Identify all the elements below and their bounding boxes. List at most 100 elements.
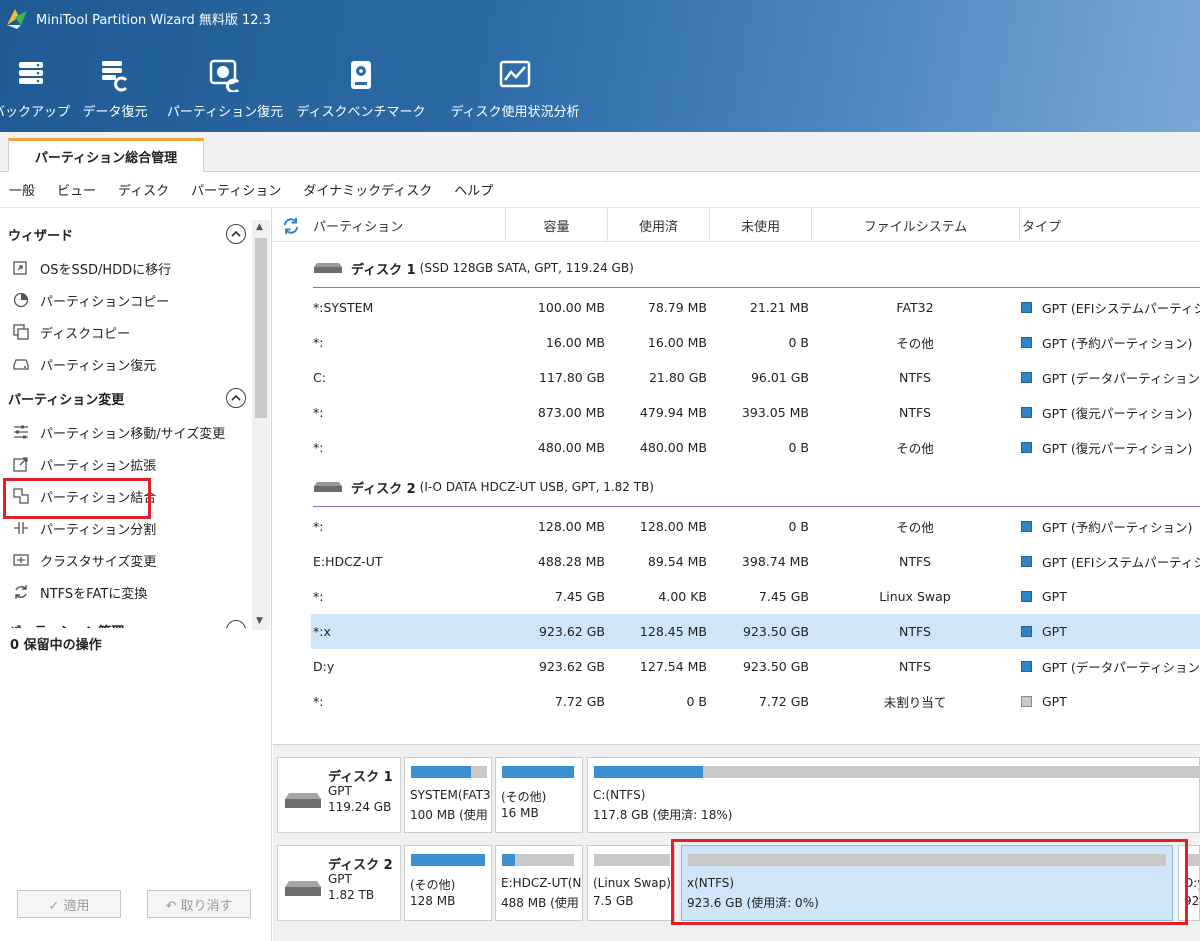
diskmap-partition[interactable]: SYSTEM(FAT3 100 MB (使用 bbox=[404, 757, 492, 833]
table-row[interactable]: *:SYSTEM 100.00 MB 78.79 MB 21.21 MB FAT… bbox=[311, 290, 1200, 325]
tab-row: パーティション総合管理 bbox=[0, 132, 1200, 172]
partition-type-icon bbox=[1021, 337, 1032, 348]
menu-view[interactable]: ビュー bbox=[57, 180, 96, 199]
menu-disk[interactable]: ディスク bbox=[118, 180, 169, 199]
table-row[interactable]: *: 873.00 MB 479.94 MB 393.05 MB NTFS GP… bbox=[311, 395, 1200, 430]
disk-benchmark-button[interactable]: ディスクベンチマーク bbox=[282, 52, 440, 124]
diskmap-disk1-label[interactable]: ディスク 1 GPT 119.24 GB bbox=[277, 757, 401, 833]
migrate-os-icon bbox=[13, 261, 27, 275]
menu-general[interactable]: 一般 bbox=[9, 180, 35, 199]
diskmap-disk2-label[interactable]: ディスク 2 GPT 1.82 TB bbox=[277, 845, 401, 921]
scroll-up-icon[interactable]: ▲ bbox=[256, 222, 263, 232]
change-move-resize[interactable]: パーティション移動/サイズ変更 bbox=[12, 420, 225, 444]
change-merge-partition[interactable]: パーティション結合 bbox=[12, 484, 156, 508]
tab-partition-management[interactable]: パーティション総合管理 bbox=[8, 138, 204, 172]
disk-benchmark-icon bbox=[351, 61, 371, 89]
scroll-down-icon[interactable]: ▼ bbox=[256, 616, 263, 626]
app-logo-icon bbox=[7, 9, 27, 29]
diskmap-partition[interactable]: (その他) 128 MB bbox=[404, 845, 492, 921]
menu-partition[interactable]: パーティション bbox=[191, 180, 281, 199]
table-row[interactable]: E:HDCZ-UT 488.28 MB 89.54 MB 398.74 MB N… bbox=[311, 544, 1200, 579]
partition-table: パーティション 容量 使用済 未使用 ファイルシステム タイプ ディスク 1 (… bbox=[273, 208, 1200, 744]
merge-icon bbox=[13, 488, 29, 504]
undo-button[interactable]: ↶ 取り消す bbox=[147, 890, 251, 918]
table-row[interactable]: *: 16.00 MB 16.00 MB 0 B その他 GPT (予約パーティ… bbox=[311, 325, 1200, 360]
disk-copy-icon bbox=[13, 324, 29, 340]
title-bar: MiniTool Partition Wizard 無料版 12.3 bbox=[0, 0, 1200, 36]
refresh-icon[interactable] bbox=[281, 216, 301, 236]
table-row[interactable]: *: 7.72 GB 0 B 7.72 GB 未割り当て GPT bbox=[311, 684, 1200, 719]
data-recovery-button[interactable]: データ復元 bbox=[62, 52, 168, 124]
split-icon bbox=[14, 522, 28, 534]
extend-icon bbox=[13, 457, 28, 472]
col-type[interactable]: タイプ bbox=[1019, 208, 1200, 242]
change-ntfs-to-fat[interactable]: NTFSをFATに変換 bbox=[12, 580, 147, 604]
partition-type-icon bbox=[1021, 521, 1032, 532]
disk2-header[interactable]: ディスク 2 (I-O DATA HDCZ-UT USB, GPT, 1.82 … bbox=[313, 470, 654, 504]
mgmt-section-title: パーティション管理 bbox=[8, 618, 124, 629]
col-capacity[interactable]: 容量 bbox=[505, 208, 607, 242]
mgmt-collapse-button[interactable] bbox=[226, 620, 246, 628]
pending-operations: 0 保留中の操作 bbox=[10, 638, 102, 653]
disk-drive-icon bbox=[285, 793, 321, 808]
action-panel: ウィザード OSをSSD/HDDに移行 パーティションコピー ディスクコピー パ… bbox=[0, 208, 272, 941]
diskmap-partition-selected[interactable]: x(NTFS) 923.6 GB (使用済: 0%) bbox=[681, 845, 1173, 921]
hard-drive-icon bbox=[13, 359, 29, 370]
table-row[interactable]: *: 480.00 MB 480.00 MB 0 B その他 GPT (復元パー… bbox=[311, 430, 1200, 465]
wizard-disk-copy[interactable]: ディスクコピー bbox=[12, 320, 130, 344]
diskmap-partition[interactable]: E:HDCZ-UT(N 488 MB (使用 bbox=[495, 845, 583, 921]
change-section-title: パーティション変更 bbox=[8, 392, 125, 408]
diskmap-partition[interactable]: D:y 923 bbox=[1178, 845, 1200, 921]
diskmap-partition[interactable]: (その他) 16 MB bbox=[495, 757, 583, 833]
disk2-detail: (I-O DATA HDCZ-UT USB, GPT, 1.82 TB) bbox=[419, 480, 654, 494]
chevron-up-icon bbox=[231, 394, 241, 401]
table-header: パーティション 容量 使用済 未使用 ファイルシステム タイプ bbox=[273, 208, 1200, 242]
disk-drive-icon bbox=[314, 482, 342, 492]
partition-copy-icon bbox=[13, 292, 29, 308]
action-panel-scrollbar[interactable]: ▲ ▼ bbox=[252, 220, 270, 630]
col-unused[interactable]: 未使用 bbox=[709, 208, 811, 242]
menu-help[interactable]: ヘルプ bbox=[454, 180, 493, 199]
partition-type-icon bbox=[1021, 626, 1032, 637]
sliders-icon bbox=[14, 425, 28, 439]
change-collapse-button[interactable] bbox=[226, 388, 246, 408]
col-partition[interactable]: パーティション bbox=[307, 208, 505, 242]
unallocated-type-icon bbox=[1021, 696, 1032, 707]
col-filesystem[interactable]: ファイルシステム bbox=[811, 208, 1019, 242]
disk-map: ディスク 1 GPT 119.24 GB SYSTEM(FAT3 100 MB … bbox=[273, 744, 1200, 941]
change-extend-partition[interactable]: パーティション拡張 bbox=[12, 452, 156, 476]
disk1-divider bbox=[313, 287, 1200, 288]
partition-type-icon bbox=[1021, 442, 1032, 453]
change-split-partition[interactable]: パーティション分割 bbox=[12, 516, 156, 540]
table-row[interactable]: *: 128.00 MB 128.00 MB 0 B その他 GPT (予約パー… bbox=[311, 509, 1200, 544]
data-recovery-icon bbox=[102, 61, 128, 92]
col-used[interactable]: 使用済 bbox=[607, 208, 709, 242]
backup-button[interactable]: バックアップ bbox=[0, 52, 70, 124]
apply-button[interactable]: ✓ 適用 bbox=[17, 890, 121, 918]
disk-drive-icon bbox=[285, 881, 321, 896]
partition-type-icon bbox=[1021, 302, 1032, 313]
app-header: MiniTool Partition Wizard 無料版 12.3 バックアッ… bbox=[0, 0, 1200, 132]
table-row[interactable]: C: 117.80 GB 21.80 GB 96.01 GB NTFS GPT … bbox=[311, 360, 1200, 395]
diskmap-partition[interactable]: (Linux Swap) 7.5 GB bbox=[587, 845, 675, 921]
scrollbar-thumb[interactable] bbox=[255, 238, 267, 418]
change-cluster-size[interactable]: クラスタサイズ変更 bbox=[12, 548, 156, 572]
wizard-migrate-os[interactable]: OSをSSD/HDDに移行 bbox=[12, 256, 171, 280]
wizard-partition-copy[interactable]: パーティションコピー bbox=[12, 288, 169, 312]
disk1-name: ディスク 1 bbox=[351, 262, 416, 278]
wizard-partition-recovery[interactable]: パーティション復元 bbox=[12, 352, 156, 376]
menu-dynamic-disk[interactable]: ダイナミックディスク bbox=[303, 180, 432, 199]
table-row-selected[interactable]: *:x 923.62 GB 128.45 MB 923.50 GB NTFS G… bbox=[311, 614, 1200, 649]
table-row[interactable]: *: 7.45 GB 4.00 KB 7.45 GB Linux Swap GP… bbox=[311, 579, 1200, 614]
space-analyzer-button[interactable]: ディスク使用状況分析 bbox=[440, 52, 590, 124]
mgmt-section-clip: パーティション管理 bbox=[0, 616, 250, 628]
table-row[interactable]: D:y 923.62 GB 127.54 MB 923.50 GB NTFS G… bbox=[311, 649, 1200, 684]
disk1-header[interactable]: ディスク 1 (SSD 128GB SATA, GPT, 119.24 GB) bbox=[313, 251, 634, 285]
chevron-up-icon bbox=[231, 230, 241, 237]
partition-recovery-icon bbox=[209, 59, 240, 92]
partition-recovery-button[interactable]: パーティション復元 bbox=[167, 52, 283, 124]
partition-type-icon bbox=[1021, 661, 1032, 672]
diskmap-partition[interactable]: C:(NTFS) 117.8 GB (使用済: 18%) bbox=[587, 757, 1200, 833]
wizard-collapse-button[interactable] bbox=[226, 224, 246, 244]
disk2-name: ディスク 2 bbox=[351, 481, 416, 497]
